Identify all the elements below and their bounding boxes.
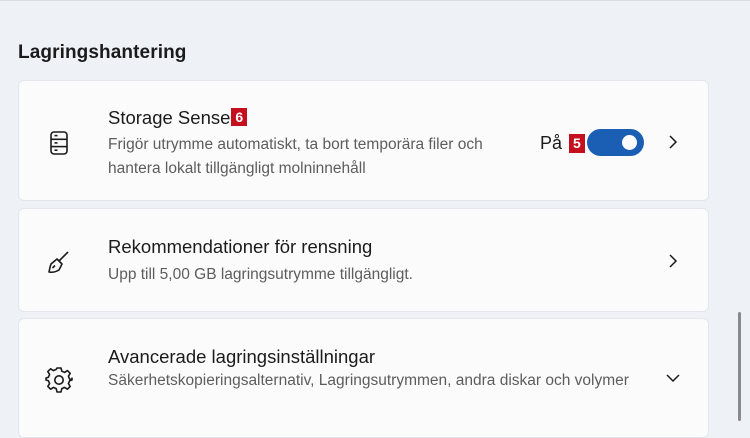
advanced-storage-settings-title: Avancerade lagringsinställningar — [108, 346, 376, 367]
storage-sense-card[interactable]: Storage Sense 6 Frigör utrymme automatisk… — [18, 80, 709, 201]
section-title: Lagringshantering — [18, 42, 187, 63]
cleanup-recommendations-title: Rekommendationer för rensning — [108, 236, 373, 257]
toggle-state-label: På — [540, 133, 563, 153]
annotation-badge: 6 — [231, 108, 248, 126]
chevron-down-icon[interactable] — [665, 370, 681, 386]
gear-icon — [45, 366, 73, 394]
chevron-right-icon[interactable] — [665, 253, 681, 269]
broom-icon — [45, 248, 73, 276]
advanced-storage-settings-description: Säkerhetskopieringsalternativ, Lagringsu… — [108, 372, 629, 389]
toggle-knob — [622, 135, 637, 150]
storage-drive-icon — [45, 129, 73, 157]
scrollbar[interactable] — [738, 312, 741, 421]
advanced-storage-settings-card[interactable]: Avancerade lagringsinställningar Säkerhe… — [18, 318, 709, 438]
cleanup-recommendations-description: Upp till 5,00 GB lagringsutrymme tillgän… — [108, 266, 413, 283]
storage-sense-title: Storage Sense 6 — [108, 107, 248, 129]
chevron-right-icon[interactable] — [665, 134, 681, 150]
storage-sense-label: Storage Sense — [108, 107, 231, 128]
annotation-badge: 5 — [569, 134, 585, 153]
cleanup-recommendations-card[interactable]: Rekommendationer för rensning Upp till 5… — [18, 208, 709, 312]
top-divider — [0, 0, 750, 1]
storage-sense-toggle[interactable] — [587, 129, 644, 156]
storage-sense-description: Frigör utrymme automatiskt, ta bort temp… — [108, 136, 483, 177]
